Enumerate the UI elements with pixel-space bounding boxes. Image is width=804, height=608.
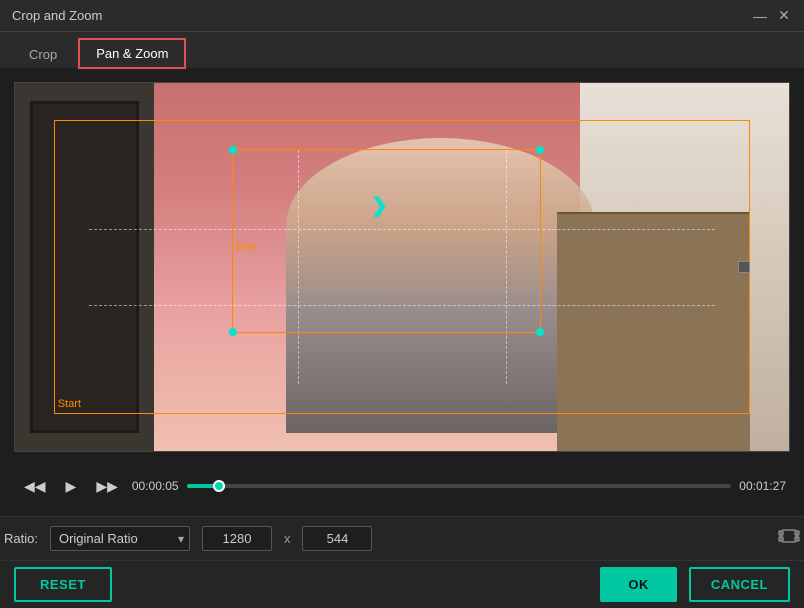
height-input[interactable] <box>302 526 372 551</box>
ratio-select[interactable]: Original Ratio 16:9 4:3 1:1 9:16 Custom <box>50 526 190 551</box>
footer-bar: RESET OK CANCEL <box>0 560 804 608</box>
reset-button[interactable]: RESET <box>14 567 112 602</box>
seek-bar[interactable] <box>187 484 732 488</box>
window-title: Crop and Zoom <box>12 8 102 23</box>
dimension-separator: x <box>284 531 291 546</box>
play-button[interactable]: ▶ <box>60 474 83 499</box>
width-input[interactable] <box>202 526 272 551</box>
play-icon: ▶ <box>66 478 77 495</box>
ratio-select-wrapper: Original Ratio 16:9 4:3 1:1 9:16 Custom <box>50 526 190 551</box>
seek-thumb[interactable] <box>213 480 225 492</box>
link-ratio-icon[interactable] <box>778 527 800 550</box>
bottom-controls: Ratio: Original Ratio 16:9 4:3 1:1 9:16 … <box>0 516 804 560</box>
video-frame: Start End ❮ <box>15 83 789 451</box>
door-frame <box>30 101 138 432</box>
time-current: 00:00:05 <box>132 479 179 493</box>
cancel-button[interactable]: CANCEL <box>689 567 790 602</box>
skip-forward-button[interactable]: ▶▶ <box>90 474 124 499</box>
title-bar-controls: — ✕ <box>752 8 792 24</box>
close-button[interactable]: ✕ <box>776 8 792 24</box>
tab-crop[interactable]: Crop <box>12 40 74 69</box>
main-content: Start End ❮ ◀◀ <box>0 68 804 516</box>
playback-controls: ◀◀ ▶ ▶▶ 00:00:05 00:01:27 <box>14 466 790 506</box>
skip-back-button[interactable]: ◀◀ <box>18 474 52 499</box>
skip-back-icon: ◀◀ <box>24 478 46 495</box>
right-buttons: OK CANCEL <box>600 567 790 602</box>
minimize-button[interactable]: — <box>752 8 768 24</box>
vanity-area <box>557 212 751 451</box>
title-bar: Crop and Zoom — ✕ <box>0 0 804 32</box>
scene <box>15 83 789 451</box>
ratio-label: Ratio: <box>4 531 38 546</box>
ok-button[interactable]: OK <box>600 567 677 602</box>
tab-pan-zoom[interactable]: Pan & Zoom <box>78 38 186 69</box>
preview-area: Start End ❮ <box>14 82 790 452</box>
time-total: 00:01:27 <box>739 479 786 493</box>
tab-area: Crop Pan & Zoom <box>0 32 804 68</box>
person-silhouette <box>286 138 596 432</box>
skip-forward-icon: ▶▶ <box>96 478 118 495</box>
